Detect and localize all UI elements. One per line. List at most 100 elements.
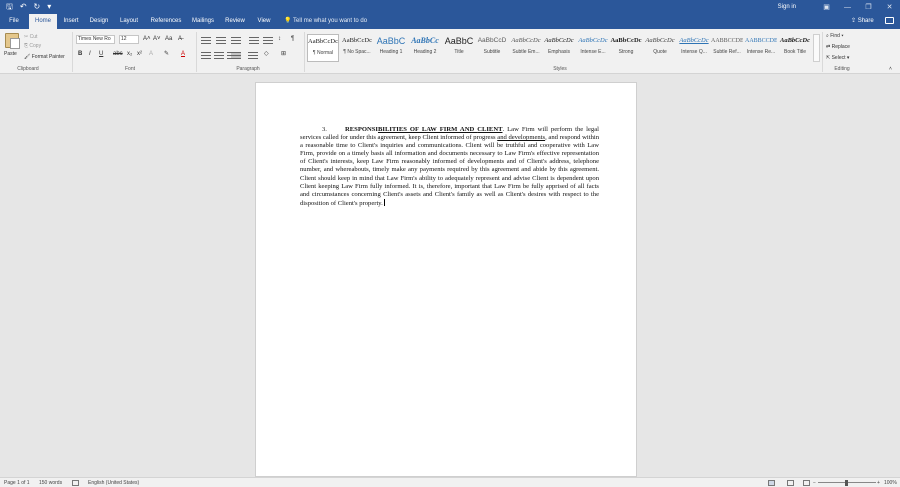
style-no-spacing[interactable]: AaBbCcDc ¶ No Spac... bbox=[341, 34, 373, 62]
zoom-slider-thumb[interactable] bbox=[845, 480, 848, 486]
style-name: Intense E... bbox=[580, 49, 606, 55]
language-indicator[interactable]: English (United States) bbox=[88, 480, 139, 486]
font-size-select[interactable]: 12 bbox=[119, 35, 139, 44]
subscript-button[interactable]: x₂ bbox=[127, 50, 132, 58]
font-color-button[interactable]: A bbox=[181, 50, 185, 58]
style-preview: AaBbCc bbox=[411, 36, 439, 45]
copy-button[interactable]: ⎘ Copy bbox=[24, 43, 41, 49]
proofing-icon[interactable] bbox=[72, 480, 79, 486]
tab-view[interactable]: View bbox=[254, 14, 274, 29]
superscript-button[interactable]: x² bbox=[137, 50, 142, 58]
find-button[interactable]: ⌕ Find ▾ bbox=[826, 32, 843, 40]
zoom-level[interactable]: 100% bbox=[884, 480, 897, 486]
heading-text: RESPONSIBILITIES OF LAW FIRM AND CLIENT bbox=[345, 126, 503, 133]
style-strong[interactable]: AaBbCcDc Strong bbox=[610, 34, 642, 62]
highlight-icon[interactable]: ✎ bbox=[164, 50, 169, 58]
select-label: Select bbox=[831, 55, 846, 61]
tab-file[interactable]: File bbox=[3, 14, 25, 29]
group-divider bbox=[822, 32, 823, 72]
align-center-icon[interactable] bbox=[214, 52, 224, 59]
redo-icon[interactable]: ↻ bbox=[34, 2, 41, 12]
paste-icon[interactable] bbox=[5, 33, 20, 49]
share-button[interactable]: ⇪ Share bbox=[851, 14, 874, 29]
style-book-title[interactable]: AaBbCcDc Book Title bbox=[779, 34, 811, 62]
font-family-select[interactable]: Times New Ro bbox=[76, 35, 115, 44]
window-controls: Sign in ▣ — ❐ ✕ bbox=[778, 0, 900, 14]
replace-label: Replace bbox=[831, 44, 850, 50]
styles-gallery-scroll[interactable] bbox=[813, 34, 820, 62]
style-name: Subtle Ref... bbox=[713, 49, 741, 55]
style-intense-reference[interactable]: AABBCCDE Intense Re... bbox=[745, 34, 777, 62]
ribbon-home: Paste ✂ Cut ⎘ Copy 🖌 Format Painter Clip… bbox=[0, 29, 900, 74]
sign-in-link[interactable]: Sign in bbox=[778, 4, 796, 10]
style-quote[interactable]: AaBbCcDc Quote bbox=[644, 34, 676, 62]
page-count[interactable]: Page 1 of 1 bbox=[4, 480, 30, 486]
comments-icon[interactable] bbox=[885, 17, 894, 24]
zoom-in-button[interactable]: + bbox=[877, 480, 880, 486]
tab-review[interactable]: Review bbox=[222, 14, 248, 29]
line-spacing-icon[interactable] bbox=[248, 52, 258, 59]
tab-design[interactable]: Design bbox=[87, 14, 111, 29]
replace-button[interactable]: ⇄ Replace bbox=[826, 43, 850, 51]
increase-indent-icon[interactable] bbox=[263, 37, 273, 44]
tab-home[interactable]: Home bbox=[29, 14, 57, 29]
read-mode-icon[interactable] bbox=[768, 480, 775, 486]
style-intense-emphasis[interactable]: AaBbCcDc Intense E... bbox=[577, 34, 609, 62]
text-effects-icon[interactable]: A bbox=[149, 50, 153, 58]
sort-icon[interactable]: ↕ bbox=[278, 35, 281, 43]
style-normal[interactable]: AaBbCcDc ¶ Normal bbox=[307, 34, 339, 62]
undo-icon[interactable]: ↶ bbox=[20, 2, 27, 12]
web-layout-icon[interactable] bbox=[803, 480, 810, 486]
minimize-button[interactable]: — bbox=[837, 4, 858, 11]
style-heading-1[interactable]: AaBbC Heading 1 bbox=[375, 34, 407, 62]
style-subtle-reference[interactable]: AABBCCDE Subtle Ref... bbox=[711, 34, 743, 62]
style-title[interactable]: AaBbC Title bbox=[443, 34, 475, 62]
align-left-icon[interactable] bbox=[201, 52, 211, 59]
ribbon-display-options-icon[interactable]: ▣ bbox=[816, 3, 837, 11]
bullets-icon[interactable] bbox=[201, 37, 211, 44]
tab-mailings[interactable]: Mailings bbox=[190, 14, 216, 29]
shrink-font-button[interactable]: A˅ bbox=[153, 35, 161, 43]
tell-me-search[interactable]: 💡 Tell me what you want to do bbox=[284, 14, 367, 29]
format-painter-button[interactable]: 🖌 Format Painter bbox=[24, 54, 65, 60]
borders-icon[interactable]: ⊞ bbox=[281, 50, 286, 58]
select-button[interactable]: ⇱ Select ▾ bbox=[826, 54, 849, 62]
tab-layout[interactable]: Layout bbox=[117, 14, 141, 29]
style-intense-quote[interactable]: AaBbCcDc Intense Q... bbox=[678, 34, 710, 62]
bold-button[interactable]: B bbox=[78, 50, 82, 58]
style-heading-2[interactable]: AaBbCc Heading 2 bbox=[409, 34, 441, 62]
change-case-button[interactable]: Aa bbox=[165, 35, 172, 43]
multilevel-list-icon[interactable] bbox=[231, 37, 241, 44]
print-layout-icon[interactable] bbox=[787, 480, 794, 486]
underline-button[interactable]: U bbox=[99, 50, 103, 58]
italic-button[interactable]: I bbox=[89, 50, 91, 58]
style-subtitle[interactable]: AaBbCcD Subtitle bbox=[476, 34, 508, 62]
style-name: Strong bbox=[618, 49, 634, 55]
collapse-ribbon-icon[interactable]: ˄ bbox=[889, 65, 892, 73]
save-icon[interactable]: 🖫 bbox=[6, 2, 13, 12]
style-name: Quote bbox=[653, 49, 667, 55]
tab-references[interactable]: References bbox=[147, 14, 185, 29]
restore-button[interactable]: ❐ bbox=[858, 3, 879, 11]
justify-icon[interactable] bbox=[231, 52, 241, 59]
style-subtle-emphasis[interactable]: AaBbCcDc Subtle Em... bbox=[510, 34, 542, 62]
shading-icon[interactable]: ◇ bbox=[264, 50, 269, 58]
show-formatting-button[interactable]: ¶ bbox=[291, 35, 294, 43]
grow-font-button[interactable]: A˄ bbox=[143, 35, 151, 43]
word-count[interactable]: 150 words bbox=[39, 480, 62, 486]
cut-button[interactable]: ✂ Cut bbox=[24, 34, 37, 40]
customize-qat-icon[interactable]: ▾ bbox=[47, 2, 51, 12]
heading-part: RESPONSI bbox=[345, 126, 378, 133]
clear-format-icon[interactable]: A̶ bbox=[178, 35, 182, 43]
document-paragraph[interactable]: 3. RESPONSIBILITIES OF LAW FIRM AND CLIEN… bbox=[300, 126, 599, 208]
heading-part-underlined: CLIENT bbox=[477, 126, 503, 133]
style-name: Book Title bbox=[784, 49, 806, 55]
decrease-indent-icon[interactable] bbox=[249, 37, 259, 44]
numbering-icon[interactable] bbox=[216, 37, 226, 44]
zoom-out-button[interactable]: − bbox=[813, 480, 816, 486]
close-button[interactable]: ✕ bbox=[879, 3, 900, 11]
tab-insert[interactable]: Insert bbox=[59, 14, 83, 29]
paste-button[interactable]: Paste bbox=[4, 51, 17, 57]
style-emphasis[interactable]: AaBbCcDc Emphasis bbox=[543, 34, 575, 62]
strikethrough-button[interactable]: abc bbox=[113, 50, 123, 58]
